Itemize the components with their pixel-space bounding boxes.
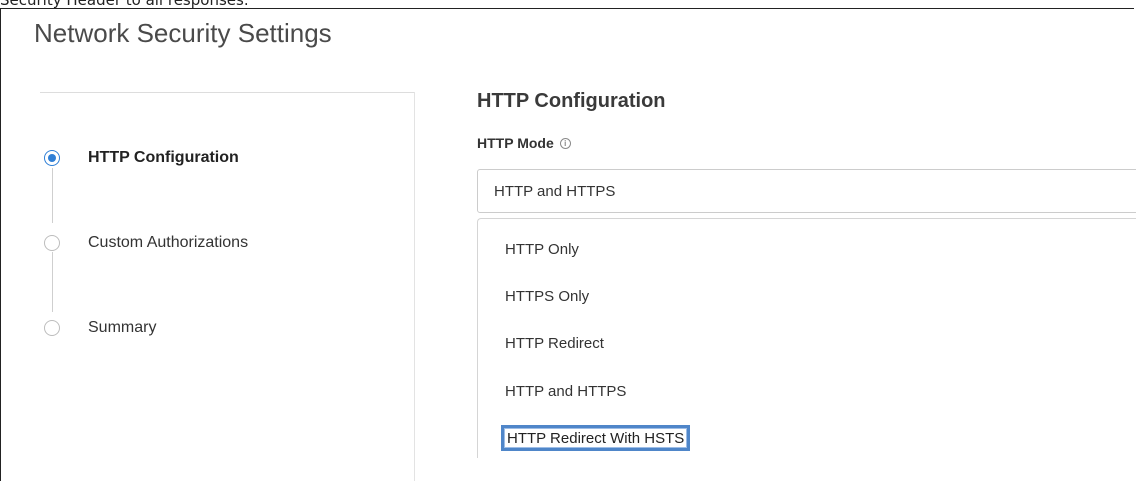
step-inactive-radio-icon xyxy=(44,320,60,336)
step-custom-authorizations[interactable]: Custom Authorizations xyxy=(44,233,248,253)
http-mode-label-text: HTTP Mode xyxy=(477,135,554,151)
option-http-redirect[interactable]: HTTP Redirect xyxy=(505,335,604,352)
stepper-connector xyxy=(52,252,53,312)
step-http-configuration[interactable]: HTTP Configuration xyxy=(44,148,239,168)
header-divider xyxy=(40,92,414,93)
http-mode-selected-value: HTTP and HTTPS xyxy=(494,182,616,200)
stepper-connector xyxy=(52,168,53,223)
step-label: HTTP Configuration xyxy=(88,149,239,166)
step-inactive-radio-icon xyxy=(44,235,60,251)
option-https-only[interactable]: HTTPS Only xyxy=(505,288,589,305)
http-mode-label: HTTP Mode i xyxy=(477,135,571,151)
option-http-redirect-with-hsts[interactable]: HTTP Redirect With HSTS xyxy=(500,425,691,451)
step-summary[interactable]: Summary xyxy=(44,318,156,338)
column-divider xyxy=(414,92,415,481)
option-http-and-https[interactable]: HTTP and HTTPS xyxy=(505,383,626,400)
info-icon[interactable]: i xyxy=(559,137,571,149)
section-title: HTTP Configuration xyxy=(477,90,666,112)
step-label: Summary xyxy=(88,319,157,336)
step-label: Custom Authorizations xyxy=(88,234,249,251)
http-mode-dropdown-list: HTTP Only HTTPS Only HTTP Redirect HTTP … xyxy=(477,218,1136,458)
http-mode-select[interactable]: HTTP and HTTPS xyxy=(477,169,1136,213)
option-http-only[interactable]: HTTP Only xyxy=(505,241,579,258)
page-title: Network Security Settings xyxy=(34,18,332,48)
step-active-radio-icon xyxy=(44,150,60,166)
